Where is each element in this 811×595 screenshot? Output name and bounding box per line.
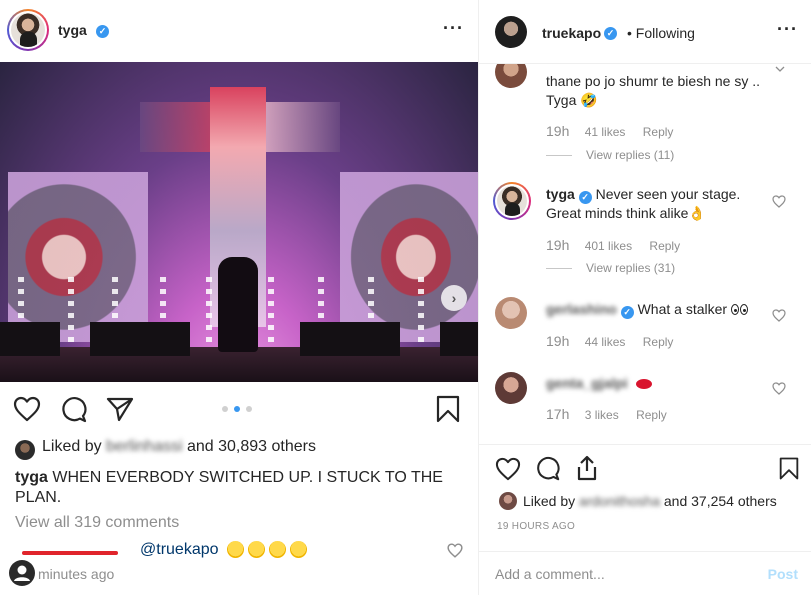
- panel-author-username[interactable]: truekapo: [542, 25, 601, 41]
- reply-button[interactable]: Reply: [643, 125, 674, 139]
- liked-by-prefix: Liked by: [42, 438, 102, 455]
- comment-likes[interactable]: 41 likes: [585, 125, 626, 139]
- liked-by-user[interactable]: berlinhassi: [106, 438, 182, 456]
- view-replies-link[interactable]: View replies (31): [546, 261, 675, 275]
- comment-like-heart-icon[interactable]: [772, 195, 786, 208]
- verified-badge-icon: ✓: [620, 306, 634, 319]
- comment-likes[interactable]: 44 likes: [585, 335, 626, 349]
- eyes-emoji-icon: [731, 301, 749, 320]
- comment-meta: 19h 44 likes Reply: [546, 333, 687, 349]
- verified-badge-icon: ✓: [96, 25, 109, 38]
- comment-body: What a stalker: [637, 301, 728, 317]
- post-header: tyga ✓ ···: [0, 0, 478, 62]
- comment-time: 19h: [546, 333, 570, 349]
- panel-liked-by[interactable]: Liked by ardonithosha and 37,254 others: [523, 493, 777, 509]
- lips-emoji-icon: [635, 379, 652, 390]
- comment-like-heart-icon[interactable]: [772, 309, 786, 322]
- user-avatar-icon[interactable]: [9, 560, 35, 586]
- reply-button[interactable]: Reply: [636, 408, 667, 422]
- comment-likes[interactable]: 401 likes: [585, 239, 632, 253]
- post-liked-by[interactable]: Liked by berlinhassi and 30,893 others: [42, 438, 316, 458]
- more-options-icon[interactable]: ···: [777, 19, 798, 40]
- view-replies-link[interactable]: View replies (11): [546, 148, 674, 162]
- caption-username[interactable]: tyga: [15, 469, 48, 486]
- comment-likes[interactable]: 3 likes: [585, 408, 619, 422]
- post-card: tyga ✓ ··· › Liked by berlinhassi and 30…: [0, 0, 478, 595]
- post-author-username[interactable]: tyga: [58, 22, 87, 38]
- mention-comment: @truekapo: [140, 541, 307, 559]
- comment-meta: 19h 401 likes Reply: [546, 237, 694, 253]
- monocle-face-emoji-icon: [289, 541, 307, 559]
- comment-icon[interactable]: [535, 456, 561, 481]
- comment-text: tyga ✓ Never seen your stage. Great mind…: [546, 185, 766, 223]
- comment-time: 17h: [546, 406, 570, 422]
- liker-avatar[interactable]: [15, 440, 35, 460]
- commenter-avatar[interactable]: [493, 182, 531, 220]
- carousel-next-button[interactable]: ›: [441, 285, 467, 311]
- carousel-dot: [246, 406, 252, 412]
- liked-by-prefix: Liked by: [523, 493, 576, 509]
- comment-body: thane po jo shumr te biesh ne sy .. Tyga…: [546, 73, 761, 108]
- save-bookmark-icon[interactable]: [436, 395, 460, 423]
- comment-username[interactable]: gerlashino: [546, 300, 617, 319]
- post-comment-button[interactable]: Post: [768, 566, 798, 582]
- verified-badge-icon: ✓: [578, 191, 592, 204]
- post-photo[interactable]: ›: [0, 62, 478, 382]
- commenter-avatar[interactable]: [495, 297, 527, 329]
- comment-like-heart-icon[interactable]: [772, 382, 786, 395]
- comment-meta: 17h 3 likes Reply: [546, 406, 681, 422]
- carousel-dot-active: [234, 406, 240, 412]
- comment-meta: 19h 41 likes Reply: [546, 123, 687, 139]
- commenter-avatar[interactable]: [495, 64, 527, 88]
- following-status[interactable]: • Following: [627, 25, 695, 41]
- liked-by-count[interactable]: and 37,254 others: [664, 493, 777, 509]
- comment-time: 19h: [546, 237, 570, 253]
- comment-text: gerlashino ✓ What a stalker: [546, 300, 766, 320]
- monocle-face-emoji-icon: [226, 541, 244, 559]
- like-heart-icon[interactable]: [13, 396, 41, 422]
- panel-header: truekapo ✓ • Following ···: [479, 0, 811, 64]
- comment-icon[interactable]: [60, 396, 88, 423]
- comment-text: genta_gjalpi: [546, 374, 766, 393]
- post-timestamp: 19 HOURS AGO: [497, 521, 576, 532]
- comment-body: Never seen your stage. Great minds think…: [546, 186, 741, 221]
- like-heart-icon[interactable]: [495, 457, 521, 481]
- caption-text: WHEN EVERBODY SWITCHED UP. I STUCK TO TH…: [15, 469, 443, 506]
- verified-badge-icon: ✓: [604, 27, 617, 40]
- add-comment-input[interactable]: [495, 564, 745, 584]
- comments-list: thane po jo shumr te biesh ne sy .. Tyga…: [479, 64, 811, 444]
- share-upload-icon[interactable]: [575, 455, 599, 481]
- comment-like-heart-icon[interactable]: [447, 543, 463, 558]
- panel-footer: Liked by ardonithosha and 37,254 others …: [479, 444, 811, 595]
- monocle-face-emoji-icon: [247, 541, 265, 559]
- commenter-avatar[interactable]: [495, 372, 527, 404]
- panel-author-avatar[interactable]: [495, 16, 527, 48]
- comments-panel: truekapo ✓ • Following ··· thane po jo s…: [478, 0, 811, 595]
- liker-avatar[interactable]: [499, 492, 517, 510]
- redacted-username-mark: [22, 551, 118, 555]
- comment-text: thane po jo shumr te biesh ne sy .. Tyga…: [546, 72, 766, 110]
- reply-button[interactable]: Reply: [643, 335, 674, 349]
- view-all-comments-link[interactable]: View all 319 comments: [15, 514, 179, 532]
- reply-button[interactable]: Reply: [649, 239, 680, 253]
- liked-by-count[interactable]: and 30,893 others: [187, 438, 316, 455]
- chevron-down-icon: [775, 66, 785, 72]
- save-bookmark-icon[interactable]: [779, 456, 799, 481]
- liked-by-user[interactable]: ardonithosha: [579, 493, 660, 509]
- add-comment-bar: Post: [479, 551, 811, 595]
- comment-username[interactable]: genta_gjalpi: [546, 374, 628, 393]
- comment-timestamp: minutes ago: [38, 566, 115, 582]
- more-options-icon[interactable]: ···: [443, 18, 464, 39]
- share-icon[interactable]: [106, 396, 134, 422]
- carousel-dot: [222, 406, 228, 412]
- comment-time: 19h: [546, 123, 570, 139]
- post-caption: tyga WHEN EVERBODY SWITCHED UP. I STUCK …: [15, 468, 465, 508]
- monocle-face-emoji-icon: [268, 541, 286, 559]
- mention-link[interactable]: @truekapo: [140, 541, 219, 558]
- post-author-avatar[interactable]: [7, 9, 49, 51]
- comment-username[interactable]: tyga: [546, 186, 575, 202]
